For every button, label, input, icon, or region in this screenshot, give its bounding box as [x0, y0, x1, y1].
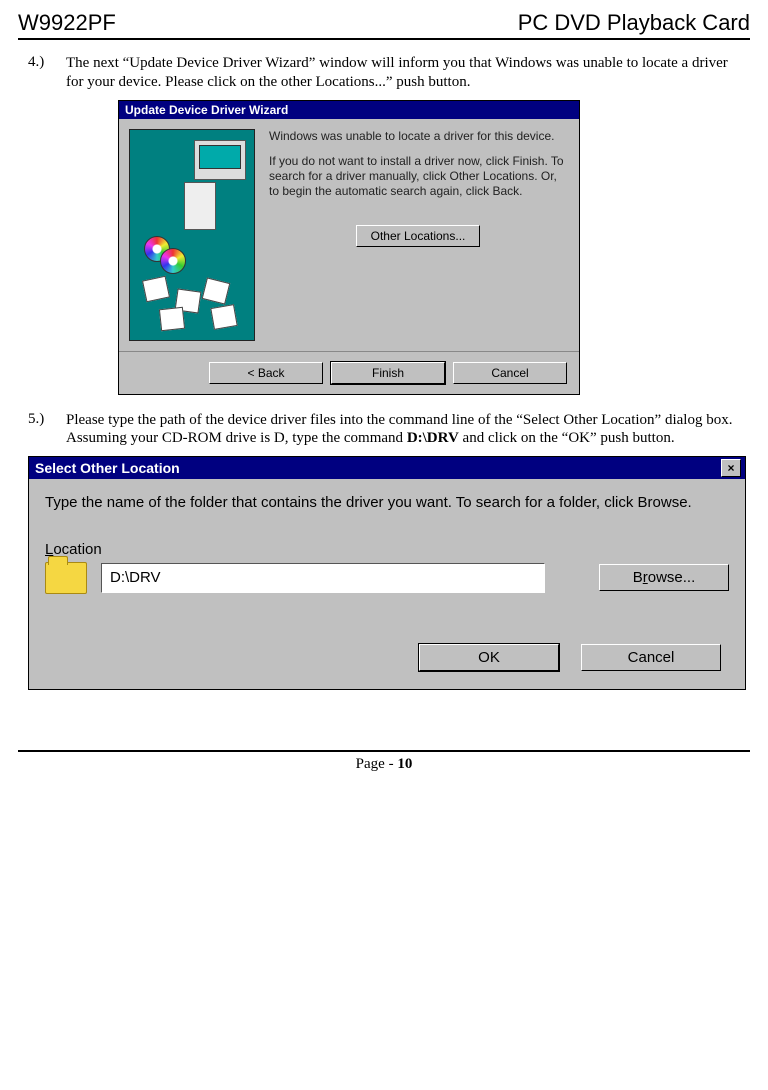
select-other-location-dialog: Select Other Location × Type the name of…	[28, 456, 746, 690]
step-4-text: The next “Update Device Driver Wizard” w…	[66, 54, 750, 92]
dialog2-instruction: Type the name of the folder that contain…	[45, 493, 729, 513]
dialog2-titlebar: Select Other Location ×	[29, 457, 745, 479]
back-button[interactable]: < Back	[209, 362, 323, 384]
ok-button[interactable]: OK	[419, 644, 559, 671]
step-5-text: Please type the path of the device drive…	[66, 411, 750, 449]
floppy-icon	[159, 306, 185, 330]
step-4: 4.) The next “Update Device Driver Wizar…	[18, 54, 750, 92]
floppy-icon	[210, 304, 237, 330]
location-input[interactable]: D:\DRV	[101, 563, 545, 593]
header-left: W9922PF	[18, 10, 116, 36]
dialog1-message-1: Windows was unable to locate a driver fo…	[269, 129, 567, 144]
close-icon[interactable]: ×	[721, 459, 741, 477]
location-label: Location	[45, 541, 729, 558]
step-5-number: 5.)	[18, 411, 66, 449]
update-driver-wizard-dialog: Update Device Driver Wizard Windows was …	[118, 100, 580, 395]
dialog2-title-text: Select Other Location	[35, 460, 180, 476]
floppy-icon	[202, 277, 231, 304]
finish-button[interactable]: Finish	[331, 362, 445, 384]
header-right: PC DVD Playback Card	[518, 10, 750, 36]
step-4-number: 4.)	[18, 54, 66, 92]
cancel-button[interactable]: Cancel	[581, 644, 721, 671]
other-locations-button[interactable]: Other Locations...	[356, 225, 481, 247]
cd-icon	[160, 248, 186, 274]
browse-button[interactable]: Browse...	[599, 564, 729, 591]
cancel-button[interactable]: Cancel	[453, 362, 567, 384]
page-header: W9922PF PC DVD Playback Card	[18, 10, 750, 40]
folder-icon	[45, 562, 87, 594]
dialog1-message-2: If you do not want to install a driver n…	[269, 154, 567, 199]
step-5: 5.) Please type the path of the device d…	[18, 411, 750, 449]
page-footer: Page - 10	[18, 750, 750, 773]
floppy-icon	[142, 275, 170, 302]
monitor-icon	[194, 140, 246, 180]
pc-tower-icon	[184, 182, 216, 230]
dialog1-titlebar: Update Device Driver Wizard	[119, 101, 579, 119]
wizard-side-image	[129, 129, 255, 341]
